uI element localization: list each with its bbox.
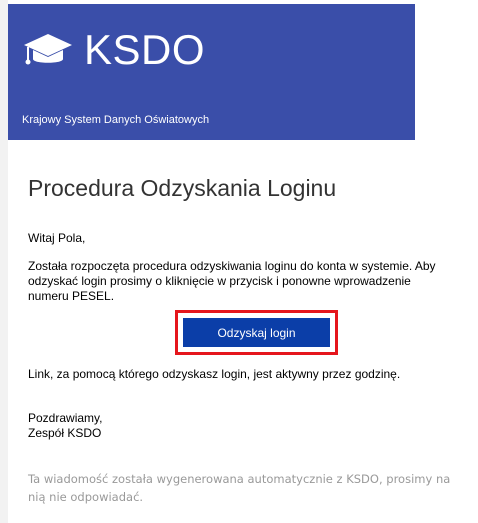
signoff-greeting: Pozdrawiamy,: [28, 411, 103, 425]
body-text: Została rozpoczęta procedura odzyskiwani…: [28, 259, 436, 303]
signoff: Pozdrawiamy, Zespół KSDO: [28, 411, 102, 441]
signoff-team: Zespół KSDO: [28, 426, 102, 440]
button-highlight-frame: Odzyskaj login: [175, 310, 338, 355]
link-validity-note: Link, za pomocą którego odzyskasz login,…: [28, 367, 401, 381]
recover-login-button[interactable]: Odzyskaj login: [183, 318, 330, 347]
header-banner: KSDO Krajowy System Danych Oświatowych: [8, 4, 415, 140]
footer-notice: Ta wiadomość została wygenerowana automa…: [28, 472, 451, 504]
email-heading: Procedura Odzyskania Loginu: [28, 175, 337, 201]
brand-subtitle: Krajowy System Danych Oświatowych: [22, 114, 210, 126]
greeting: Witaj Pola,: [28, 231, 86, 245]
logo: KSDO: [22, 28, 205, 72]
brand-name: KSDO: [84, 26, 206, 73]
graduation-cap-icon: [24, 34, 72, 65]
email-body: KSDO Krajowy System Danych Oświatowych P…: [8, 0, 478, 523]
